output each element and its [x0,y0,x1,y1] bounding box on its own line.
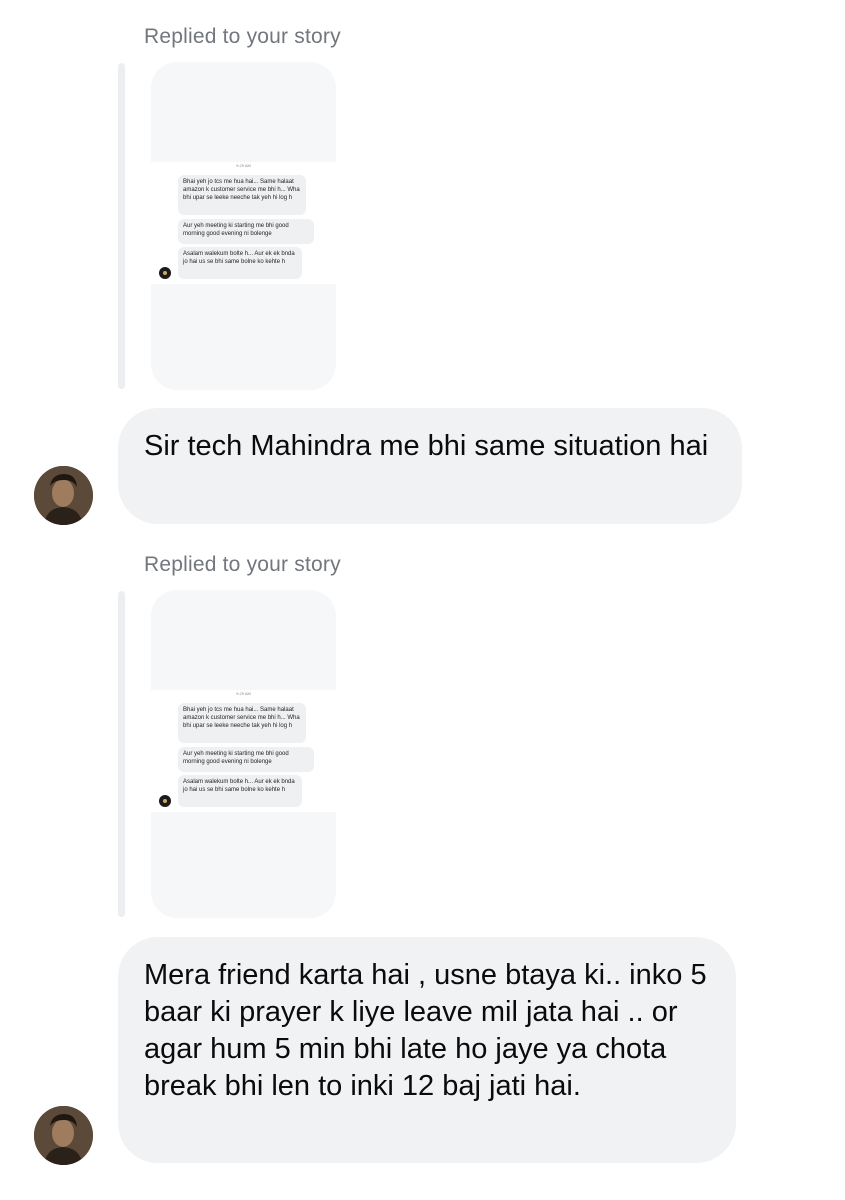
story-avatar [159,267,171,279]
message-bubble[interactable]: Sir tech Mahindra me bhi same situation … [118,408,742,524]
story-message-bubble: Bhai yeh jo tcs me hua hai... Same halaa… [178,703,306,743]
story-screenshot: 9:29 AM Bhai yeh jo tcs me hua hai... Sa… [151,162,336,284]
replied-to-story-label: Replied to your story [144,25,341,48]
avatar-photo [34,466,93,525]
story-timestamp: 9:29 AM [236,163,251,168]
reply-indicator-bar [118,591,125,917]
message-bubble[interactable]: Mera friend karta hai , usne btaya ki.. … [118,937,736,1163]
story-message-bubble: Asalam walekum bolte h... Aur ek ek bnda… [178,247,302,279]
story-timestamp: 9:29 AM [236,691,251,696]
reply-indicator-bar [118,63,125,389]
avatar-photo [34,1106,93,1165]
story-message-bubble: Bhai yeh jo tcs me hua hai... Same halaa… [178,175,306,215]
story-screenshot: 9:29 AM Bhai yeh jo tcs me hua hai... Sa… [151,690,336,812]
story-message-bubble: Aur yeh meeting ki starting me bhi good … [178,747,314,772]
avatar[interactable] [34,1106,93,1165]
message-text: Sir tech Mahindra me bhi same situation … [144,430,709,462]
story-message-bubble: Asalam walekum bolte h... Aur ek ek bnda… [178,775,302,807]
message-text: Mera friend karta hai , usne btaya ki.. … [144,959,707,1102]
story-message-bubble: Aur yeh meeting ki starting me bhi good … [178,219,314,244]
replied-to-story-label: Replied to your story [144,553,341,576]
story-preview-card[interactable]: 9:29 AM Bhai yeh jo tcs me hua hai... Sa… [151,590,336,918]
story-preview-card[interactable]: 9:29 AM Bhai yeh jo tcs me hua hai... Sa… [151,62,336,390]
story-avatar [159,795,171,807]
avatar[interactable] [34,466,93,525]
